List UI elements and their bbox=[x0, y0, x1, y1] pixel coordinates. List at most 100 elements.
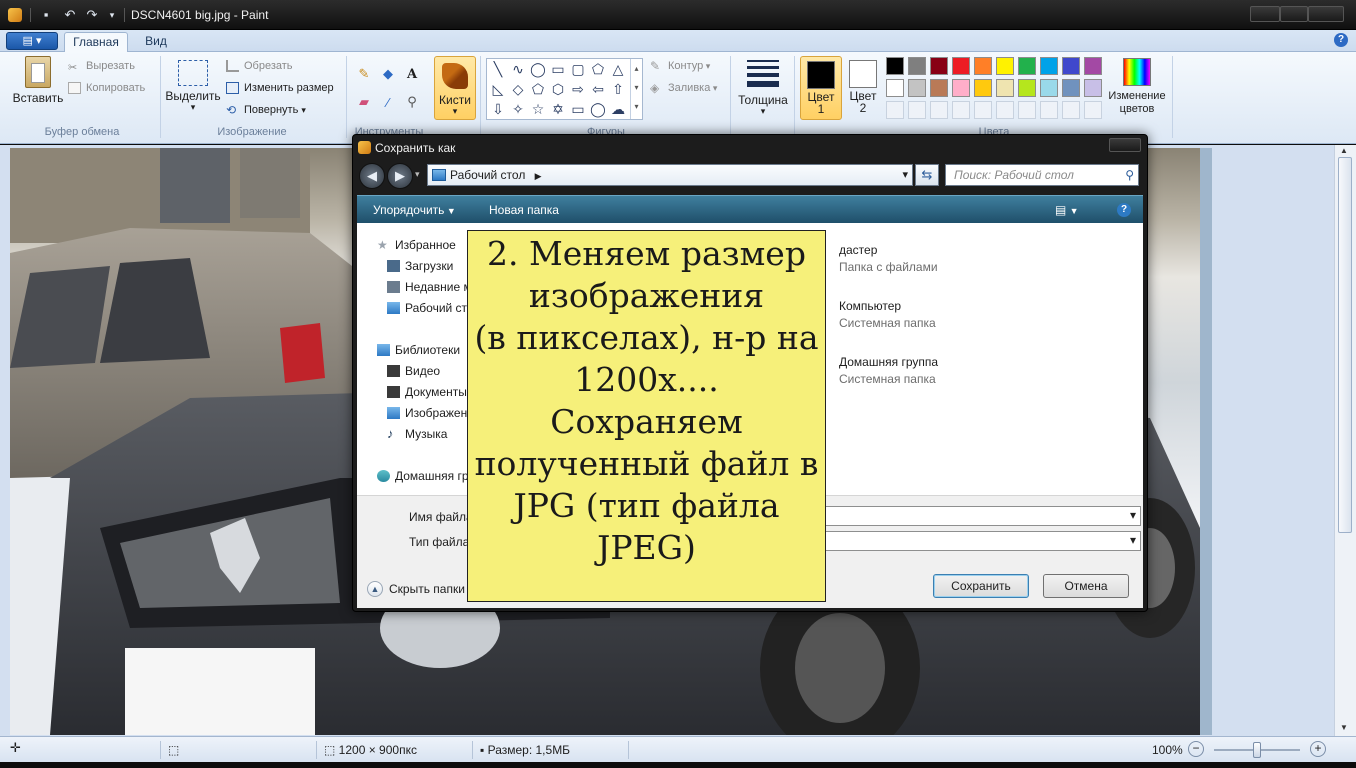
palette-swatch-empty[interactable] bbox=[1018, 101, 1036, 119]
resize-button[interactable]: Изменить размер bbox=[226, 80, 334, 96]
zoom-out-button[interactable]: − bbox=[1188, 741, 1204, 757]
palette-swatch[interactable] bbox=[1062, 79, 1080, 97]
shapes-scroll[interactable]: ▴ ▾ ▾ bbox=[630, 59, 642, 119]
paste-button[interactable]: Вставить bbox=[10, 56, 66, 105]
nav-video[interactable]: Видео bbox=[387, 363, 440, 379]
dialog-help-icon[interactable]: ? bbox=[1117, 203, 1131, 217]
maximize-button[interactable] bbox=[1280, 6, 1308, 22]
search-input[interactable]: Поиск: Рабочий стол ⚲ bbox=[945, 164, 1139, 186]
nav-images[interactable]: Изображения bbox=[387, 405, 467, 421]
pentagon-shape-icon[interactable]: ⬠ bbox=[529, 80, 547, 98]
line-shape-icon[interactable]: ╲ bbox=[489, 60, 507, 78]
palette-swatch[interactable] bbox=[974, 57, 992, 75]
nav-documents[interactable]: Документы bbox=[387, 384, 467, 400]
palette-swatch[interactable] bbox=[996, 57, 1014, 75]
palette-swatch[interactable] bbox=[1040, 79, 1058, 97]
file-item[interactable]: дастер Папка с файлами bbox=[839, 243, 938, 274]
palette-swatch[interactable] bbox=[952, 79, 970, 97]
cut-button[interactable]: ✂ Вырезать bbox=[68, 58, 135, 74]
palette-swatch-empty[interactable] bbox=[886, 101, 904, 119]
palette-swatch-empty[interactable] bbox=[1062, 101, 1080, 119]
palette-swatch-empty[interactable] bbox=[974, 101, 992, 119]
palette-swatch-empty[interactable] bbox=[908, 101, 926, 119]
palette-swatch[interactable] bbox=[908, 79, 926, 97]
rounded-rectangle-shape-icon[interactable]: ▢ bbox=[569, 60, 587, 78]
palette-swatch[interactable] bbox=[908, 57, 926, 75]
fill-bucket-icon[interactable]: ◆ bbox=[378, 64, 398, 84]
hexagon-shape-icon[interactable]: ⬡ bbox=[549, 80, 567, 98]
scroll-up-icon[interactable]: ▲ bbox=[1340, 146, 1348, 155]
undo-icon[interactable]: ↶ bbox=[62, 7, 78, 23]
palette-swatch-empty[interactable] bbox=[930, 101, 948, 119]
file-item[interactable]: Домашняя группа Системная папка bbox=[839, 355, 938, 386]
fill-button[interactable]: ◈ Заливка ▾ bbox=[650, 80, 717, 96]
nav-libraries[interactable]: Библиотеки bbox=[377, 342, 460, 358]
zoom-slider-thumb[interactable] bbox=[1253, 742, 1261, 758]
organize-button[interactable]: Упорядочить ▼ bbox=[373, 203, 456, 217]
magnifier-icon[interactable]: ⚲ bbox=[402, 92, 422, 112]
oval-shape-icon[interactable]: ◯ bbox=[529, 60, 547, 78]
palette-swatch[interactable] bbox=[1084, 79, 1102, 97]
close-button[interactable] bbox=[1308, 6, 1344, 22]
color-picker-icon[interactable]: ⁄ bbox=[378, 92, 398, 112]
rectangle-shape-icon[interactable]: ▭ bbox=[549, 60, 567, 78]
five-point-star-shape-icon[interactable]: ☆ bbox=[529, 100, 547, 118]
color1-button[interactable]: Цвет 1 bbox=[800, 56, 842, 120]
refresh-icon[interactable]: ⇆ bbox=[915, 164, 939, 186]
palette-swatch[interactable] bbox=[930, 79, 948, 97]
save-icon[interactable]: ▪ bbox=[38, 7, 54, 23]
triangle-shape-icon[interactable]: △ bbox=[609, 60, 627, 78]
nav-homegroup[interactable]: Домашняя группа bbox=[377, 468, 467, 484]
forward-arrow-icon[interactable]: ▶ bbox=[387, 163, 413, 189]
palette-swatch[interactable] bbox=[1018, 79, 1036, 97]
pencil-icon[interactable]: ✎ bbox=[354, 64, 374, 84]
palette-swatch-empty[interactable] bbox=[996, 101, 1014, 119]
paint-menu-button[interactable]: ▤ ▾ bbox=[6, 32, 58, 50]
outline-button[interactable]: ✎ Контур ▾ bbox=[650, 58, 710, 74]
new-folder-button[interactable]: Новая папка bbox=[489, 203, 559, 217]
address-dropdown-icon[interactable]: ▾ bbox=[902, 165, 908, 185]
palette-swatch[interactable] bbox=[1084, 57, 1102, 75]
nav-desktop[interactable]: Рабочий стол bbox=[387, 300, 467, 316]
paint-app-icon[interactable] bbox=[8, 8, 22, 22]
vertical-scrollbar[interactable]: ▲ ▼ bbox=[1334, 145, 1356, 736]
crop-button[interactable]: Обрезать bbox=[226, 58, 293, 74]
arrow-right-shape-icon[interactable]: ⇨ bbox=[569, 80, 587, 98]
nav-downloads[interactable]: Загрузки bbox=[387, 258, 453, 274]
palette-swatch[interactable] bbox=[996, 79, 1014, 97]
arrow-up-shape-icon[interactable]: ⇧ bbox=[609, 80, 627, 98]
curve-shape-icon[interactable]: ∿ bbox=[509, 60, 527, 78]
help-icon[interactable]: ? bbox=[1334, 33, 1348, 47]
quick-access-dropdown-icon[interactable]: ▾ bbox=[104, 7, 120, 23]
brushes-button[interactable]: Кисти ▾ bbox=[434, 56, 476, 120]
six-point-star-shape-icon[interactable]: ✡ bbox=[549, 100, 567, 118]
hide-folders-button[interactable]: ▲ Скрыть папки bbox=[367, 581, 465, 597]
tab-view[interactable]: Вид bbox=[136, 32, 176, 52]
save-button[interactable]: Сохранить bbox=[933, 574, 1029, 598]
dialog-close-button[interactable] bbox=[1109, 138, 1141, 152]
address-chevron-icon[interactable]: ▶ bbox=[535, 171, 542, 181]
redo-icon[interactable]: ↷ bbox=[84, 7, 100, 23]
file-item[interactable]: Компьютер Системная папка bbox=[839, 299, 936, 330]
tab-home[interactable]: Главная bbox=[64, 32, 128, 52]
size-button[interactable]: Толщина ▾ bbox=[736, 56, 790, 116]
rotate-button[interactable]: ⟲ Повернуть ▾ bbox=[226, 102, 306, 118]
palette-swatch[interactable] bbox=[886, 79, 904, 97]
callout-oval-shape-icon[interactable]: ◯ bbox=[589, 100, 607, 118]
callout-rect-shape-icon[interactable]: ▭ bbox=[569, 100, 587, 118]
palette-swatch[interactable] bbox=[930, 57, 948, 75]
palette-swatch-empty[interactable] bbox=[1040, 101, 1058, 119]
palette-swatch[interactable] bbox=[886, 57, 904, 75]
palette-swatch[interactable] bbox=[952, 57, 970, 75]
view-options-icon[interactable]: ▤ ▼ bbox=[1055, 203, 1079, 217]
scroll-down-icon[interactable]: ▼ bbox=[1340, 723, 1348, 732]
nav-music[interactable]: ♪ Музыка bbox=[387, 426, 447, 442]
cancel-button[interactable]: Отмена bbox=[1043, 574, 1129, 598]
diamond-shape-icon[interactable]: ◇ bbox=[509, 80, 527, 98]
select-button[interactable]: Выделить ▾ bbox=[164, 56, 222, 112]
shapes-gallery[interactable]: ╲ ∿ ◯ ▭ ▢ ⬠ △ ◺ ◇ ⬠ ⬡ ⇨ ⇦ ⇧ ⇩ ✧ ☆ ✡ ▭ ◯ … bbox=[486, 58, 643, 120]
minimize-button[interactable] bbox=[1250, 6, 1280, 22]
arrow-left-shape-icon[interactable]: ⇦ bbox=[589, 80, 607, 98]
back-arrow-icon[interactable]: ◀ bbox=[359, 163, 385, 189]
palette-swatch-empty[interactable] bbox=[952, 101, 970, 119]
